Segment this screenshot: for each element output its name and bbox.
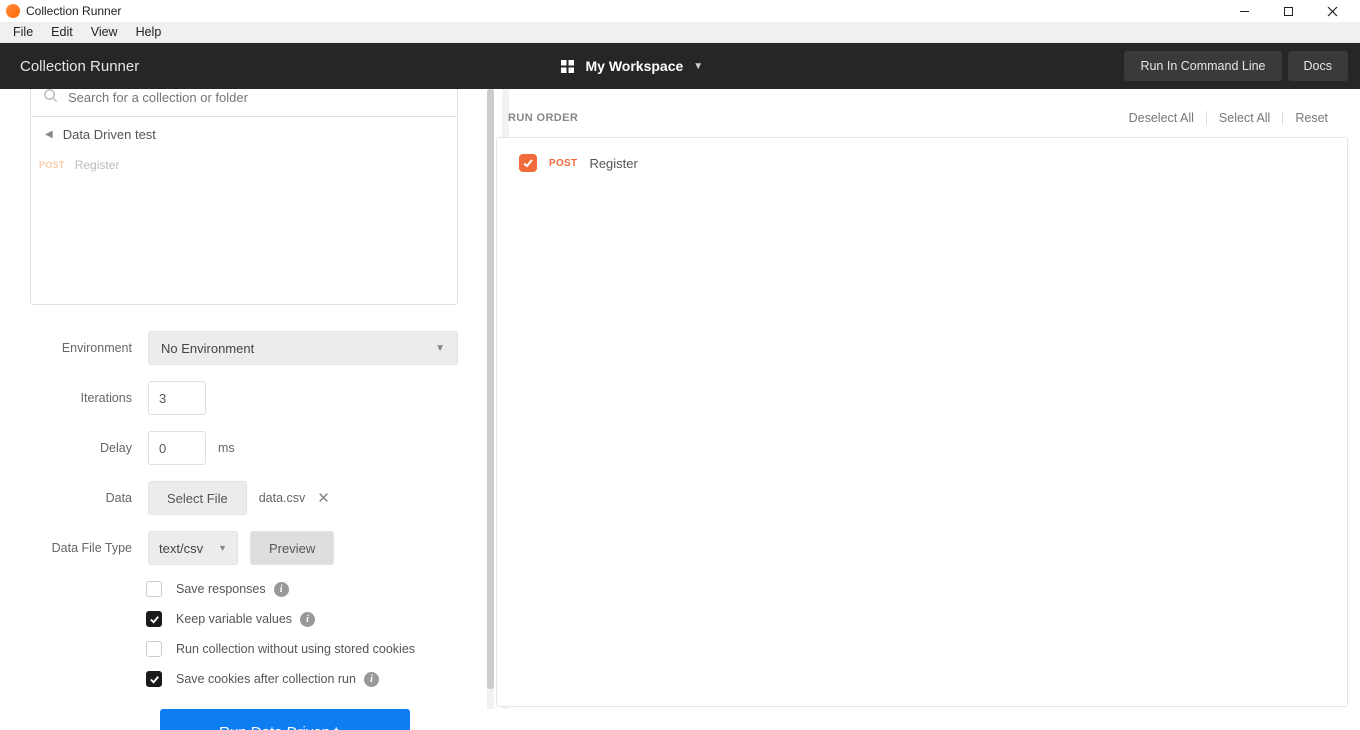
- window-maximize-button[interactable]: [1266, 0, 1310, 22]
- save-cookies-label: Save cookies after collection run: [176, 672, 356, 686]
- select-all-link[interactable]: Select All: [1207, 111, 1282, 125]
- collection-name: Data Driven test: [63, 127, 156, 142]
- data-file-name: data.csv: [259, 491, 306, 505]
- run-settings: Environment No Environment ▼ Iterations …: [30, 331, 458, 730]
- main-area: ◀ Data Driven test POST Register Environ…: [0, 89, 1360, 730]
- preview-button[interactable]: Preview: [250, 531, 334, 565]
- environment-select[interactable]: No Environment ▼: [148, 331, 458, 365]
- run-order-checkbox[interactable]: [519, 154, 537, 172]
- delay-input[interactable]: 0: [148, 431, 206, 465]
- run-order-list: POST Register: [496, 137, 1348, 707]
- workspace-selector[interactable]: My Workspace: [585, 58, 683, 74]
- deselect-all-link[interactable]: Deselect All: [1117, 111, 1206, 125]
- collection-search[interactable]: [30, 89, 458, 117]
- chevron-down-icon: ▼: [218, 543, 227, 553]
- menu-help[interactable]: Help: [127, 25, 171, 39]
- iterations-input[interactable]: 3: [148, 381, 206, 415]
- data-label: Data: [30, 491, 148, 505]
- run-collection-button[interactable]: Run Data Driven t...: [160, 709, 410, 730]
- request-name: Register: [75, 158, 120, 172]
- run-order-method: POST: [549, 158, 577, 169]
- info-icon[interactable]: i: [300, 612, 315, 627]
- topbar-heading: Collection Runner: [0, 58, 139, 75]
- collection-list: ◀ Data Driven test POST Register: [30, 117, 458, 305]
- no-stored-cookies-label: Run collection without using stored cook…: [176, 642, 415, 656]
- workspace-grid-icon: [560, 59, 575, 74]
- search-icon: [43, 89, 58, 106]
- environment-value: No Environment: [161, 341, 254, 356]
- window-close-button[interactable]: [1310, 0, 1354, 22]
- keep-variables-checkbox[interactable]: [146, 611, 162, 627]
- menu-bar: File Edit View Help: [0, 22, 1360, 43]
- run-order-item[interactable]: POST Register: [519, 154, 1325, 172]
- keep-variables-label: Keep variable values: [176, 612, 292, 626]
- menu-file[interactable]: File: [4, 25, 42, 39]
- clear-file-icon[interactable]: ✕: [317, 489, 330, 507]
- collection-search-input[interactable]: [68, 90, 445, 105]
- request-method-badge: POST: [39, 160, 65, 170]
- app-topbar: Collection Runner My Workspace ▼ Run In …: [0, 43, 1360, 89]
- data-file-type-label: Data File Type: [30, 541, 148, 555]
- environment-label: Environment: [30, 341, 148, 355]
- save-cookies-checkbox[interactable]: [146, 671, 162, 687]
- run-order-header: RUN ORDER Deselect All Select All Reset: [496, 107, 1348, 137]
- save-responses-checkbox[interactable]: [146, 581, 162, 597]
- chevron-left-icon: ◀: [45, 129, 53, 140]
- menu-view[interactable]: View: [82, 25, 127, 39]
- no-stored-cookies-checkbox[interactable]: [146, 641, 162, 657]
- run-command-line-button[interactable]: Run In Command Line: [1124, 51, 1281, 81]
- delay-unit: ms: [218, 441, 235, 455]
- info-icon[interactable]: i: [364, 672, 379, 687]
- collection-row[interactable]: ◀ Data Driven test: [31, 117, 457, 152]
- docs-button[interactable]: Docs: [1288, 51, 1348, 81]
- window-minimize-button[interactable]: [1222, 0, 1266, 22]
- menu-edit[interactable]: Edit: [42, 25, 82, 39]
- chevron-down-icon: ▼: [693, 61, 703, 72]
- save-responses-label: Save responses: [176, 582, 266, 596]
- run-order-heading: RUN ORDER: [508, 112, 578, 124]
- iterations-label: Iterations: [30, 391, 148, 405]
- run-order-name: Register: [589, 156, 637, 171]
- app-icon: [6, 4, 20, 18]
- select-file-button[interactable]: Select File: [148, 481, 247, 515]
- data-file-type-select[interactable]: text/csv ▼: [148, 531, 238, 565]
- window-title: Collection Runner: [26, 4, 121, 18]
- left-pane: ◀ Data Driven test POST Register Environ…: [0, 89, 488, 730]
- delay-label: Delay: [30, 441, 148, 455]
- window-titlebar: Collection Runner: [0, 0, 1360, 22]
- info-icon[interactable]: i: [274, 582, 289, 597]
- chevron-down-icon: ▼: [435, 343, 445, 354]
- reset-link[interactable]: Reset: [1283, 111, 1340, 125]
- right-pane: RUN ORDER Deselect All Select All Reset …: [488, 89, 1360, 730]
- request-row[interactable]: POST Register: [31, 152, 457, 178]
